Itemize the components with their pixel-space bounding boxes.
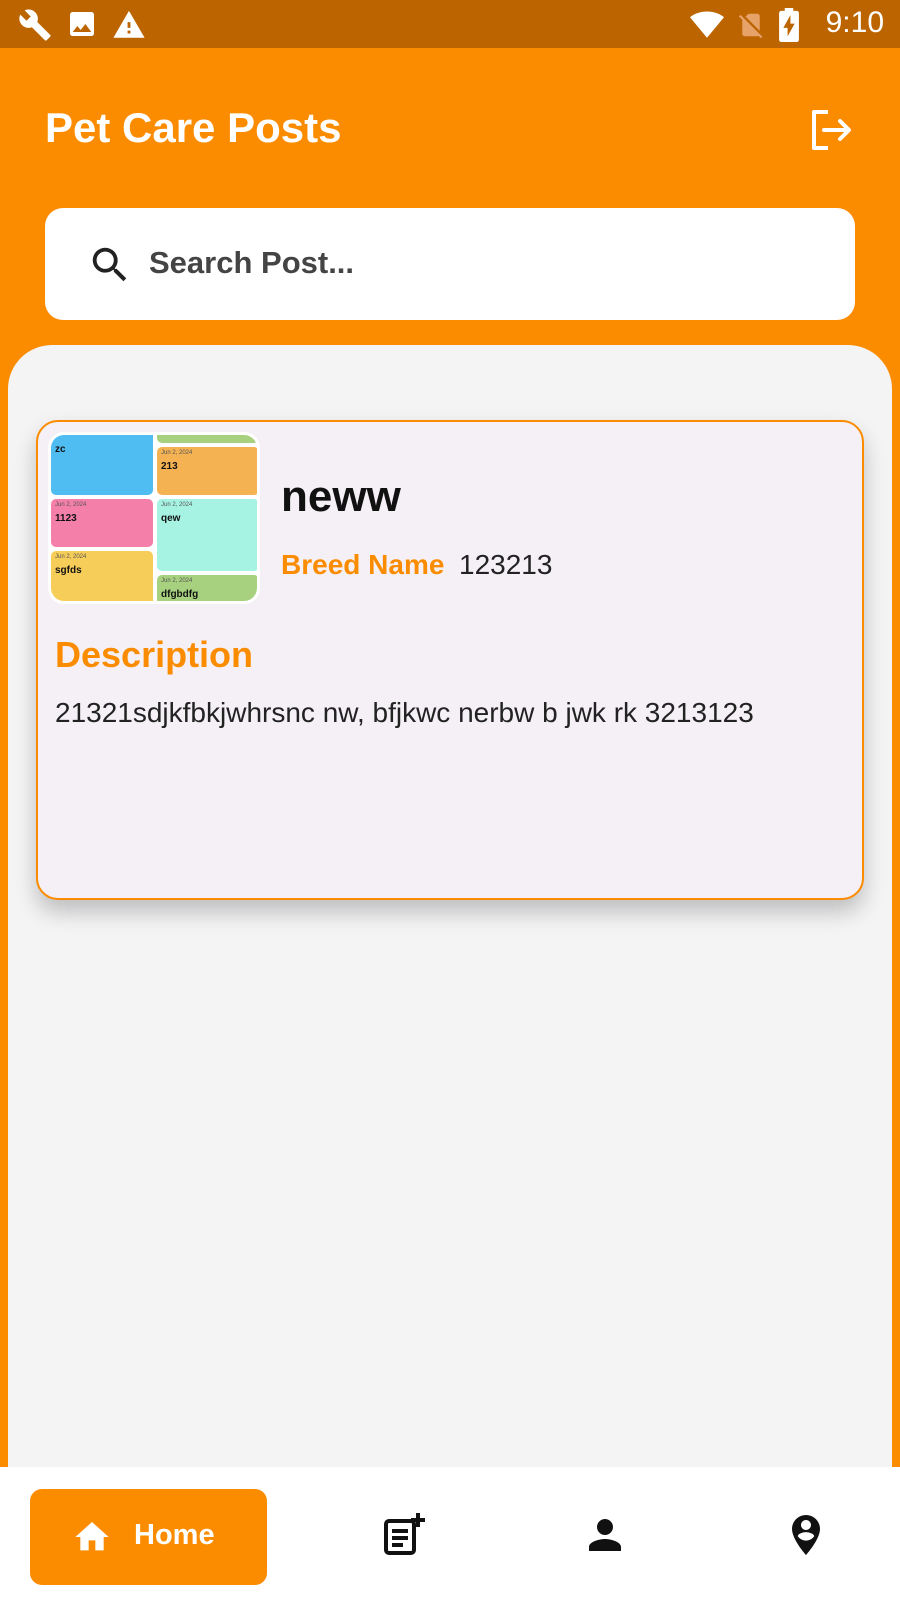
wrench-icon	[19, 9, 51, 41]
description-text: 21321sdjkfbkjwhrsnc nw, bfjkwc nerbw b j…	[55, 697, 754, 728]
thumbnail-tile: Jun 2, 2024 dfgbdfg	[157, 575, 257, 601]
bottom-nav: Home	[0, 1467, 900, 1600]
thumbnail-tile: Jun 2, 2024 213	[157, 447, 257, 495]
no-sim-icon	[738, 13, 763, 39]
thumbnail-tile: Jun 2, 2024 qew	[157, 499, 257, 571]
thumbnail-tile: Jun 2, 2024 1123	[51, 499, 153, 547]
wifi-icon	[690, 11, 724, 38]
description-label: Description	[55, 634, 254, 675]
thumbnail-tile: Jun 2, 2024 sgfds	[51, 551, 153, 601]
thumbnail-tile	[157, 435, 257, 443]
breed-label: Breed Name	[281, 549, 445, 580]
add-post-icon	[384, 1513, 425, 1555]
post-thumbnail: zc Jun 2, 2024 213 Jun 2, 2024 1123 Jun …	[48, 432, 260, 604]
search-input[interactable]	[149, 234, 799, 292]
logout-icon	[812, 110, 851, 150]
breed-value: 123213	[459, 549, 553, 580]
search-icon	[92, 247, 127, 282]
status-bar: 9:10	[0, 0, 900, 48]
nav-home-label: Home	[134, 1519, 215, 1551]
nav-add-post-button[interactable]	[380, 1511, 428, 1559]
nav-home-button[interactable]: Home	[30, 1489, 267, 1585]
nav-location-button[interactable]	[782, 1511, 830, 1559]
location-person-icon	[792, 1515, 820, 1555]
logout-button[interactable]	[806, 106, 854, 154]
search-bar[interactable]	[45, 208, 855, 320]
image-icon	[70, 12, 94, 36]
thumbnail-tile: zc	[51, 435, 153, 495]
post-card[interactable]: zc Jun 2, 2024 213 Jun 2, 2024 1123 Jun …	[36, 420, 864, 900]
status-time: 9:10	[825, 6, 884, 39]
person-icon	[589, 1519, 621, 1551]
posts-list[interactable]: zc Jun 2, 2024 213 Jun 2, 2024 1123 Jun …	[8, 345, 892, 1467]
post-title: neww	[281, 472, 401, 521]
app-bar: Pet Care Posts	[0, 48, 900, 348]
page-title: Pet Care Posts	[45, 104, 342, 151]
warning-icon	[113, 10, 145, 38]
nav-profile-button[interactable]	[581, 1511, 629, 1559]
home-icon	[75, 1522, 109, 1551]
battery-charging-icon	[779, 8, 799, 42]
